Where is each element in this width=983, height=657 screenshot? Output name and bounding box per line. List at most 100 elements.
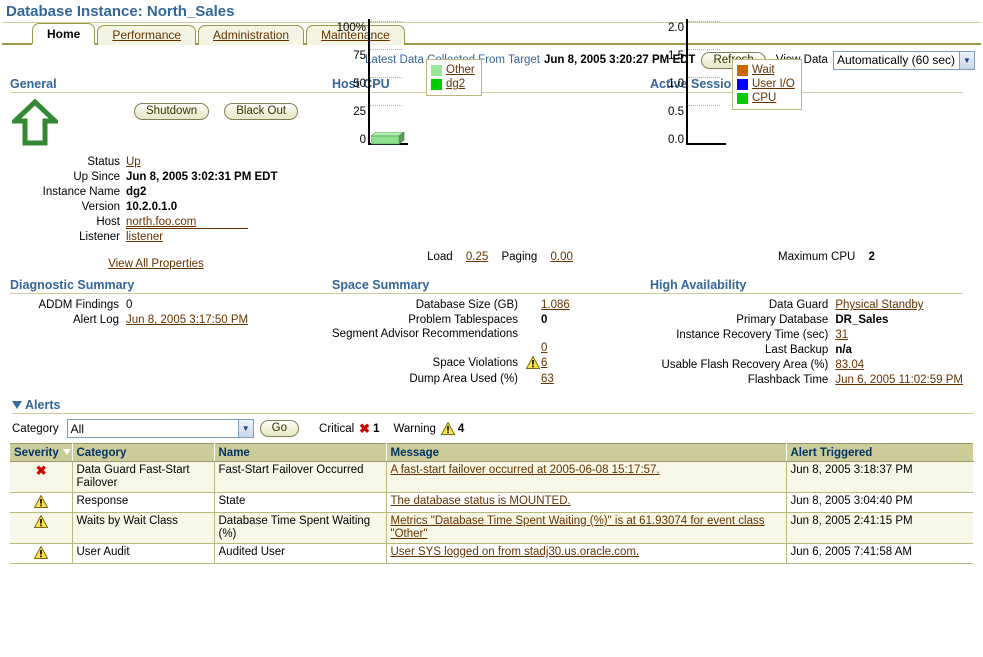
row-message-link[interactable]: User SYS logged on from stadj30.us.oracl… [391,546,640,558]
row-severity-critical: ✖ [10,462,72,493]
diagnostic-summary-divider [10,293,332,294]
host-cpu-legend: Other dg2 [426,59,482,96]
view-all-properties-link[interactable]: View All Properties [108,258,204,270]
space-icon-dump-area [525,372,541,387]
host-cpu-ytick-100: 100% [324,23,366,33]
space-row-space-violations: Space Violations 6 [332,356,650,372]
space-key-segment-advisor: Segment Advisor Recommendations [332,328,525,356]
tab-performance[interactable]: Performance [97,25,196,45]
sessions-legend-label-cpu[interactable]: CPU [752,92,776,105]
space-summary-title: Space Summary [332,278,650,293]
host-cpu-legend-label-dg2[interactable]: dg2 [446,78,465,91]
host-cpu-legend-label-other[interactable]: Other [446,64,475,77]
row-message-link[interactable]: The database status is MOUNTED. [391,495,571,507]
sessions-gridline-15 [688,49,720,50]
row-alert-triggered: Jun 8, 2005 2:41:15 PM [786,513,973,544]
high-availability-divider [650,293,963,294]
diagnostic-row-addm: ADDM Findings 0 [10,298,332,313]
collapse-triangle-icon[interactable] [12,401,22,409]
host-cpu-ytick-0: 0 [332,135,366,145]
general-key-status: Status [10,155,126,170]
alert-log-link[interactable]: Jun 8, 2005 3:17:50 PM [126,314,248,326]
legend-swatch-wait [737,65,748,76]
space-value-segment-advisor[interactable]: 0 [541,342,547,354]
host-cpu-legend-dg2: dg2 [431,78,475,91]
sessions-legend-label-wait[interactable]: Wait [752,64,775,77]
space-value-space-violations[interactable]: 6 [541,357,547,369]
column-header-name[interactable]: Name [214,444,386,462]
warning-count: 4 [458,423,464,435]
high-availability-title: High Availability [650,278,963,293]
row-name: Audited User [214,544,386,564]
ha-value-recovery-time[interactable]: 31 [835,329,848,341]
space-value-problem-tablespaces: 0 [541,314,547,326]
ha-value-data-guard[interactable]: Physical Standby [835,299,923,311]
space-key-dump-area: Dump Area Used (%) [332,372,525,387]
warning-icon [525,356,541,372]
go-button[interactable]: Go [260,420,299,437]
ha-row-data-guard: Data Guard Physical Standby [650,298,963,313]
sessions-y-axis [686,19,688,145]
chevron-down-icon: ▼ [959,52,974,69]
chevron-down-icon: ▼ [238,420,253,437]
sessions-legend-label-user-io[interactable]: User I/O [752,78,795,91]
sessions-legend-cpu: CPU [737,92,795,105]
sessions-gridline-10 [688,77,720,78]
row-category: Response [72,493,214,513]
column-header-alert-triggered[interactable]: Alert Triggered [786,444,973,462]
space-row-db-size: Database Size (GB) 1.086 [332,298,650,313]
column-header-severity[interactable]: Severity [10,444,72,462]
table-row: ✖ Data Guard Fast-Start Failover Fast-St… [10,462,973,493]
green-up-arrow-icon [12,99,58,150]
ha-value-flashback-time[interactable]: Jun 6, 2005 11:02:59 PM [835,374,963,386]
alerts-category-select[interactable]: All ▼ [67,419,254,438]
tab-performance-label[interactable]: Performance [112,28,181,42]
shutdown-button[interactable]: Shutdown [134,103,209,120]
row-alert-triggered: Jun 8, 2005 3:04:40 PM [786,493,973,513]
active-sessions-divider [650,92,963,93]
row-message: Metrics "Database Time Spent Waiting (%)… [386,513,786,544]
column-header-category[interactable]: Category [72,444,214,462]
host-cpu-gridline-25 [370,105,402,106]
critical-count: 1 [373,423,379,435]
alerts-table: Severity Category Name Message Alert Tri… [10,443,974,564]
host-cpu-legend-other: Other [431,64,475,77]
view-data-select[interactable]: Automatically (60 sec) ▼ [833,51,975,70]
status-value-link[interactable]: Up [126,156,141,168]
row-message-link[interactable]: A fast-start failover occurred at 2005-0… [391,464,660,476]
ha-key-flash-recovery: Usable Flash Recovery Area (%) [650,358,835,373]
space-key-space-violations: Space Violations [332,356,525,372]
diagnostic-summary-panel: Diagnostic Summary ADDM Findings 0 Alert… [10,278,332,388]
load-value-link[interactable]: 0.25 [466,251,488,263]
ha-value-flash-recovery[interactable]: 83.04 [835,359,864,371]
host-value-link[interactable]: north.foo.com [126,216,196,228]
high-availability-table: Data Guard Physical Standby Primary Data… [650,298,963,388]
listener-value-link[interactable]: listener [126,231,163,243]
column-header-message[interactable]: Message [386,444,786,462]
host-cpu-gridline-50 [370,77,402,78]
sessions-ytick-20: 2.0 [650,23,684,33]
row-name: Database Time Spent Waiting (%) [214,513,386,544]
active-sessions-panel: Active Sessions 0.0 0.5 1.0 1.5 2.0 Wait [650,77,963,270]
alerts-title: Alerts [25,398,60,412]
row-message-link[interactable]: Metrics "Database Time Spent Waiting (%)… [391,515,765,540]
ha-key-last-backup: Last Backup [650,343,835,358]
critical-label: Critical [319,423,354,435]
blackout-button[interactable]: Black Out [224,103,298,120]
space-value-dump-area[interactable]: 63 [541,373,554,385]
paging-value-link[interactable]: 0.00 [551,251,573,263]
tab-home[interactable]: Home [32,23,95,45]
ha-key-primary-database: Primary Database [650,313,835,328]
alerts-filter-row: Category All ▼ Go Critical ✖ 1 Warning 4 [0,414,983,443]
host-cpu-ytick-75: 75 [332,51,366,61]
page-title: Database Instance: North_Sales [0,0,983,22]
tab-administration[interactable]: Administration [198,25,304,45]
sessions-x-axis [686,143,726,145]
tab-administration-label[interactable]: Administration [213,28,289,42]
alerts-header[interactable]: Alerts [0,388,983,412]
legend-swatch-other [431,65,442,76]
alerts-category-value: All [68,422,84,436]
space-value-db-size[interactable]: 1.086 [541,299,570,311]
host-cpu-title: Host CPU [332,77,650,92]
general-key-listener: Listener [10,230,126,245]
